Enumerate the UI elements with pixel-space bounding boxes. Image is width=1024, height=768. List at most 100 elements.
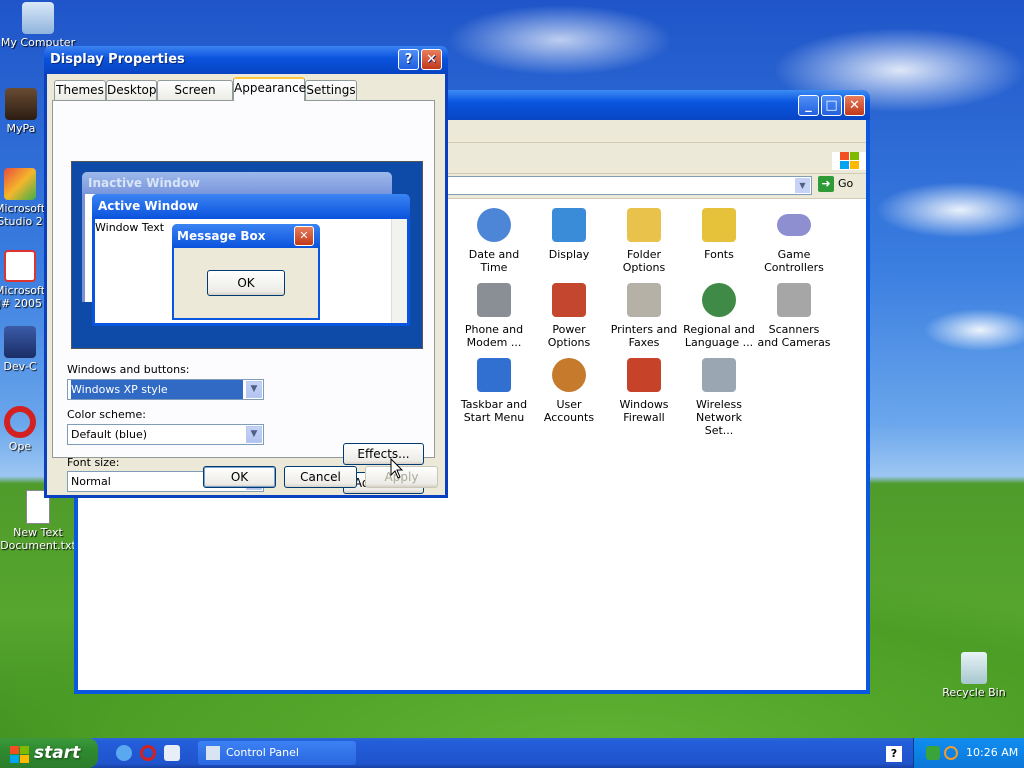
tab-screen-saver[interactable]: Screen Saver (157, 80, 233, 116)
message-box-close-icon: ✕ (294, 226, 314, 246)
desktop-icon-new-text-document[interactable]: New Text Document.txt (0, 490, 76, 552)
cp-item-label: Wireless Network Set... (695, 398, 743, 437)
cp-item-game-controllers[interactable]: Game Controllers (757, 208, 831, 274)
desktop-icon-ms-jsharp[interactable]: Microsoft J# 2005 (0, 250, 46, 310)
tab-desktop[interactable]: Desktop (106, 80, 157, 100)
cancel-button[interactable]: Cancel (284, 466, 357, 488)
display-monitor-icon (552, 208, 586, 242)
message-box-body: OK (174, 248, 318, 318)
desktop-icon-label: Recycle Bin (942, 686, 1006, 699)
windows-logo-icon (832, 152, 866, 170)
desktop-icon-label: Microsoft J# 2005 (0, 284, 46, 310)
user-accounts-icon (552, 358, 586, 392)
desktop-icon-my-computer[interactable]: My Computer (0, 2, 76, 49)
printer-icon (627, 283, 661, 317)
fonts-folder-icon (702, 208, 736, 242)
desktop-icon-dev-cpp[interactable]: Dev-C (0, 326, 46, 373)
go-label: Go (838, 177, 854, 190)
color-scheme-value: Default (blue) (71, 428, 148, 441)
search-tray-icon[interactable] (944, 746, 958, 760)
taskbar-start-menu-icon (477, 358, 511, 392)
address-dropdown-arrow-icon[interactable]: ▼ (795, 178, 810, 193)
active-window-title: Active Window (92, 194, 410, 219)
cp-item-scanners-cameras[interactable]: Scanners and Cameras (757, 283, 831, 349)
desktop-icon-opera[interactable]: Ope (0, 406, 46, 453)
windows-buttons-value: Windows XP style (71, 380, 243, 399)
desktop-icon-ms-studio[interactable]: Microsoft Studio 2 (0, 168, 46, 228)
cp-item-label: Printers and Faxes (610, 323, 678, 349)
cp-item-label: Fonts (704, 248, 734, 261)
cp-item-label: Power Options (547, 323, 591, 349)
cp-item-printers-faxes[interactable]: Printers and Faxes (607, 283, 681, 349)
mouse-cursor-icon (390, 458, 404, 479)
appearance-panel: Inactive Window Active Window Window Tex… (52, 100, 435, 494)
taskbar: start Control Panel ? 10:26 AM (0, 738, 1024, 768)
cp-item-folder-options[interactable]: Folder Options (607, 208, 681, 274)
desktop-icon-label: MyPa (6, 122, 36, 135)
opera-icon (4, 406, 36, 438)
folder-options-icon (627, 208, 661, 242)
help-button[interactable]: ? (398, 49, 419, 70)
minimize-button[interactable]: _ (798, 95, 819, 116)
taskbar-item-control-panel[interactable]: Control Panel (198, 741, 356, 765)
internet-explorer-icon[interactable] (116, 745, 132, 761)
window-text-sample: Window Text (95, 221, 165, 234)
color-scheme-select[interactable]: Default (blue) ▼ (67, 424, 264, 445)
network-tray-icon[interactable] (926, 746, 940, 760)
my-computer-icon (22, 2, 54, 34)
show-desktop-icon[interactable] (164, 745, 180, 761)
desktop-icon-label: Ope (8, 440, 32, 453)
dialog-titlebar[interactable]: Display Properties ? ✕ (44, 46, 448, 74)
firewall-icon (627, 358, 661, 392)
cp-item-fonts[interactable]: Fonts (682, 208, 756, 261)
clock[interactable]: 10:26 AM (966, 746, 1018, 760)
help-icon[interactable]: ? (886, 746, 902, 762)
dialog-close-button[interactable]: ✕ (421, 49, 442, 70)
cp-item-date-time[interactable]: Date and Time (457, 208, 531, 274)
chevron-down-icon: ▼ (246, 426, 262, 443)
dialog-body: Themes Desktop Screen Saver Appearance S… (47, 74, 445, 495)
tab-themes[interactable]: Themes (54, 80, 106, 100)
globe-icon (702, 283, 736, 317)
tab-appearance[interactable]: Appearance (233, 77, 306, 101)
cp-item-label: Folder Options (622, 248, 666, 274)
cp-item-label: Game Controllers (764, 248, 824, 274)
cp-item-phone-modem[interactable]: Phone and Modem ... (457, 283, 531, 349)
jsharp-icon (4, 250, 36, 282)
cp-item-power-options[interactable]: Power Options (532, 283, 606, 349)
cp-item-wireless-network[interactable]: Wireless Network Set... (682, 358, 756, 437)
cp-item-label: Date and Time (468, 248, 520, 274)
start-button[interactable]: start (0, 738, 98, 768)
ok-button[interactable]: OK (203, 466, 276, 488)
cp-item-label: Phone and Modem ... (464, 323, 524, 349)
desktop-icon-label: Dev-C (3, 360, 37, 373)
cp-item-display[interactable]: Display (532, 208, 606, 261)
close-button[interactable]: ✕ (844, 95, 865, 116)
chevron-down-icon: ▼ (246, 381, 262, 398)
cp-item-user-accounts[interactable]: User Accounts (532, 358, 606, 424)
tab-settings[interactable]: Settings (305, 80, 357, 100)
taskbar-item-label: Control Panel (226, 746, 299, 759)
desktop-icon-label: Microsoft Studio 2 (0, 202, 46, 228)
maximize-button[interactable]: □ (821, 95, 842, 116)
cp-item-label: Regional and Language ... (683, 323, 755, 349)
gamepad-icon (777, 214, 811, 236)
cp-item-label: User Accounts (543, 398, 595, 424)
camera-scanner-icon (777, 283, 811, 317)
effects-button[interactable]: Effects... (343, 443, 424, 465)
preview-ok-button: OK (207, 270, 285, 296)
recycle-bin-icon (961, 652, 987, 684)
desktop-icon-mypa[interactable]: MyPa (0, 88, 48, 135)
cp-item-regional-language[interactable]: Regional and Language ... (682, 283, 756, 349)
opera-quicklaunch-icon[interactable] (140, 745, 156, 761)
desktop-icon-label: New Text Document.txt (0, 526, 76, 552)
cp-item-windows-firewall[interactable]: Windows Firewall (607, 358, 681, 424)
cp-item-taskbar-start-menu[interactable]: Taskbar and Start Menu (457, 358, 531, 424)
cp-item-label: Taskbar and Start Menu (460, 398, 528, 424)
color-scheme-label: Color scheme: (67, 408, 146, 421)
cp-item-label: Scanners and Cameras (757, 323, 831, 349)
go-button[interactable]: ➜ Go (818, 176, 853, 192)
inactive-window-title: Inactive Window (82, 172, 392, 194)
desktop-icon-recycle-bin[interactable]: Recycle Bin (936, 652, 1012, 699)
windows-buttons-select[interactable]: Windows XP style ▼ (67, 379, 264, 400)
